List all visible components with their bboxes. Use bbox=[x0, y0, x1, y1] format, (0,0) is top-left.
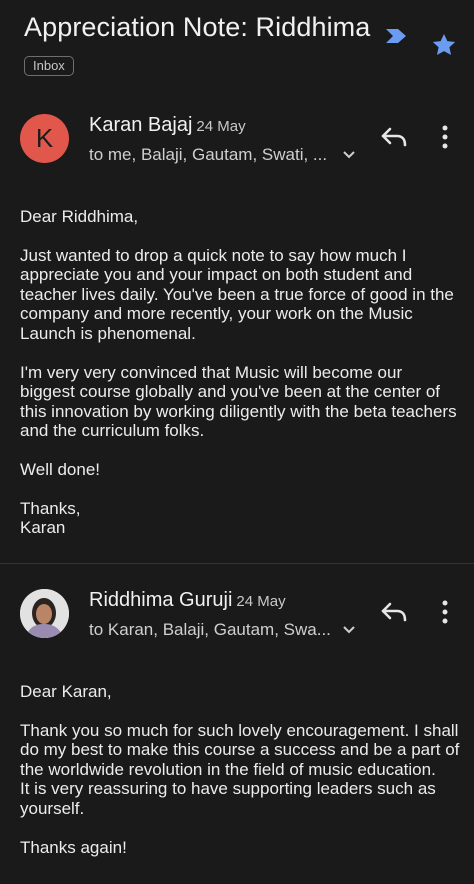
subject-row: Appreciation Note: Riddhima bbox=[24, 12, 462, 55]
body-paragraph: Thanks, Karan bbox=[20, 498, 81, 538]
chevron-down-icon[interactable] bbox=[342, 150, 356, 160]
message-date: 24 May bbox=[196, 118, 246, 135]
message-header[interactable]: K Karan Bajaj 24 May to me, Balaji, Gauta… bbox=[0, 114, 474, 174]
avatar[interactable]: K bbox=[20, 114, 69, 163]
reply-arrow-icon[interactable] bbox=[380, 126, 408, 148]
message-header[interactable]: Riddhima Guruji 24 May to Karan, Balaji, … bbox=[0, 589, 474, 649]
body-paragraph: I'm very very convinced that Music will … bbox=[20, 362, 457, 441]
avatar[interactable] bbox=[20, 589, 69, 638]
sender-line: Riddhima Guruji 24 May bbox=[89, 589, 286, 612]
chevron-down-icon[interactable] bbox=[342, 625, 356, 635]
sender-name: Riddhima Guruji bbox=[89, 589, 233, 611]
sender-line: Karan Bajaj 24 May bbox=[89, 114, 246, 137]
message-body: Dear Riddhima, Just wanted to drop a qui… bbox=[20, 207, 460, 557]
body-paragraph: Dear Riddhima, bbox=[20, 207, 139, 226]
body-paragraph: Thank you so much for such lovely encour… bbox=[20, 720, 460, 818]
label-chip-inbox[interactable]: Inbox bbox=[24, 56, 74, 76]
body-paragraph: Dear Karan, bbox=[20, 682, 112, 701]
more-vert-icon[interactable] bbox=[440, 124, 450, 150]
body-paragraph: Just wanted to drop a quick note to say … bbox=[20, 245, 454, 343]
recipients-summary[interactable]: to me, Balaji, Gautam, Swati, ... bbox=[89, 145, 327, 165]
recipients-summary[interactable]: to Karan, Balaji, Gautam, Swa... bbox=[89, 620, 331, 640]
body-paragraph: Well done! bbox=[20, 459, 101, 479]
body-paragraph: Thanks again! bbox=[20, 837, 127, 857]
message-body: Dear Karan, Thank you so much for such l… bbox=[20, 682, 460, 876]
message-divider bbox=[0, 563, 474, 564]
star-icon[interactable] bbox=[431, 32, 457, 58]
message-date: 24 May bbox=[236, 593, 286, 610]
more-vert-icon[interactable] bbox=[440, 599, 450, 625]
sender-name: Karan Bajaj bbox=[89, 114, 193, 136]
important-marker-icon[interactable] bbox=[385, 28, 407, 44]
reply-arrow-icon[interactable] bbox=[380, 601, 408, 623]
